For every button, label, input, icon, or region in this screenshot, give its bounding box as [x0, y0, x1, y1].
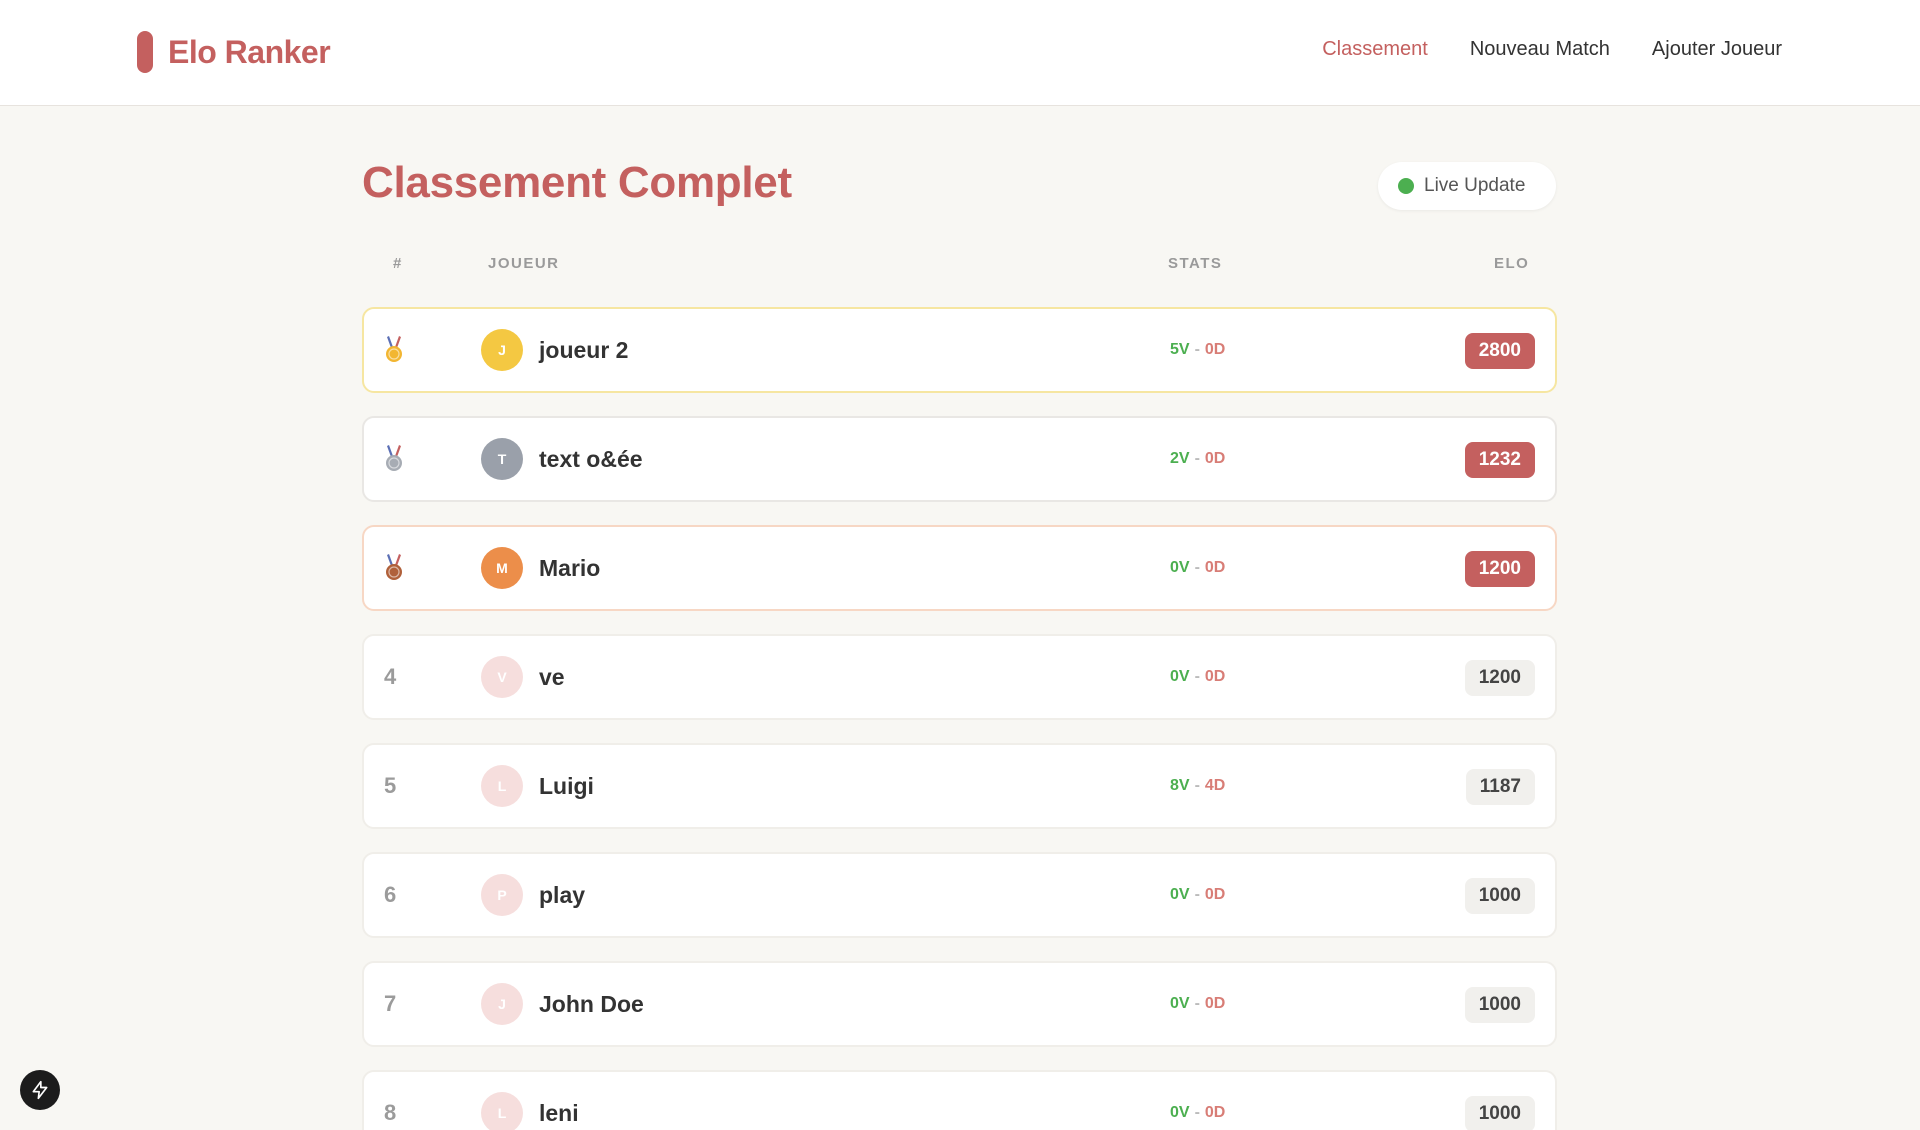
lightning-bolt-icon [32, 1080, 48, 1100]
elo-badge: 1187 [1465, 769, 1535, 805]
rank-cell [384, 309, 424, 391]
table-row[interactable]: Jjoueur 2 5V -0D 2800 [362, 307, 1557, 393]
elo-badge: 2800 [1464, 333, 1535, 369]
column-header-player: JOUEUR [488, 255, 560, 272]
table-row[interactable]: 5 L Luigi 8V -4D 1187 [362, 743, 1557, 829]
wins-count: 5V [1170, 341, 1190, 358]
player-stats: 5V -0D [1170, 309, 1225, 391]
table-row[interactable]: M Mario 0V -0D 1200 [362, 525, 1557, 611]
stats-separator: - [1194, 777, 1200, 794]
rank-number: 7 [384, 991, 397, 1016]
wins-count: 0V [1170, 1104, 1190, 1121]
losses-count: 0D [1204, 559, 1226, 576]
live-update-label: Live Update [1424, 175, 1526, 196]
elo-badge: 1000 [1464, 1096, 1535, 1130]
nav-link-ajouter-joueur[interactable]: Ajouter Joueur [1652, 38, 1782, 61]
elo-badge: 1232 [1464, 442, 1535, 478]
stats-separator: - [1194, 341, 1200, 358]
stats-separator: - [1194, 995, 1200, 1012]
nav-link-nouveau-match[interactable]: Nouveau Match [1470, 38, 1610, 61]
brand-name: Elo Ranker [168, 33, 331, 70]
brand-logo[interactable]: Elo Ranker [137, 30, 331, 74]
player-name[interactable]: leni [539, 1072, 579, 1130]
table-row[interactable]: 6 Pplay 0V -0D 1000 [362, 852, 1557, 938]
rank-cell [384, 418, 424, 500]
player-name[interactable]: Mario [539, 527, 600, 609]
avatar: V [481, 656, 523, 698]
player-stats: 0V -0D [1170, 1072, 1225, 1130]
losses-count: 0D [1204, 450, 1226, 467]
leaderboard-list: Jjoueur 2 5V -0D 2800 Ttext o&ée 2V -0D 1232 M Ma… [362, 307, 1557, 1130]
silver-medal-icon [386, 445, 402, 471]
quick-action-button[interactable] [20, 1070, 60, 1110]
table-row[interactable]: 8 Lleni 0V -0D 1000 [362, 1070, 1557, 1130]
rank-cell: 8 [384, 1072, 424, 1130]
stats-separator: - [1194, 450, 1200, 467]
elo-badge: 1200 [1464, 660, 1535, 696]
avatar: L [481, 765, 523, 807]
elo-badge: 1200 [1464, 551, 1535, 587]
gold-medal-icon [386, 336, 402, 362]
elo-badge: 1000 [1464, 987, 1535, 1023]
player-name[interactable]: Luigi [539, 745, 594, 827]
rank-number: 6 [384, 882, 397, 907]
top-navbar: Elo Ranker Classement Nouveau Match Ajou… [0, 0, 1920, 106]
wins-count: 0V [1170, 995, 1190, 1012]
avatar: M [481, 547, 523, 589]
rank-number: 4 [384, 664, 397, 689]
brand-mark-icon [137, 31, 153, 73]
losses-count: 0D [1204, 995, 1226, 1012]
losses-count: 0D [1204, 668, 1226, 685]
wins-count: 0V [1170, 668, 1190, 685]
avatar: L [481, 1092, 523, 1130]
elo-badge: 1000 [1464, 878, 1535, 914]
player-name[interactable]: text o&ée [539, 418, 643, 500]
player-stats: 0V -0D [1170, 527, 1225, 609]
main-nav: Classement Nouveau Match Ajouter Joueur [1322, 38, 1782, 61]
column-header-rank: # [393, 255, 403, 272]
losses-count: 0D [1204, 341, 1226, 358]
column-header-elo: ELO [1494, 255, 1530, 272]
player-stats: 2V -0D [1170, 418, 1225, 500]
rank-number: 8 [384, 1100, 397, 1125]
rank-cell: 5 [384, 745, 424, 827]
table-row[interactable]: Ttext o&ée 2V -0D 1232 [362, 416, 1557, 502]
player-stats: 0V -0D [1170, 963, 1225, 1045]
rank-cell: 7 [384, 963, 424, 1045]
avatar: J [481, 329, 523, 371]
rank-cell: 6 [384, 854, 424, 936]
avatar: J [481, 983, 523, 1025]
bronze-medal-icon [386, 554, 402, 580]
losses-count: 0D [1204, 886, 1226, 903]
wins-count: 0V [1170, 559, 1190, 576]
player-name[interactable]: John Doe [539, 963, 644, 1045]
losses-count: 4D [1204, 777, 1226, 794]
stats-separator: - [1194, 559, 1200, 576]
stats-separator: - [1194, 886, 1200, 903]
wins-count: 2V [1170, 450, 1190, 467]
live-status-dot-icon [1398, 178, 1414, 194]
player-name[interactable]: joueur 2 [539, 309, 628, 391]
table-row[interactable]: 4 Vve 0V -0D 1200 [362, 634, 1557, 720]
column-header-stats: STATS [1168, 255, 1223, 272]
player-stats: 0V -0D [1170, 854, 1225, 936]
losses-count: 0D [1204, 1104, 1226, 1121]
wins-count: 8V [1170, 777, 1190, 794]
live-update-indicator: Live Update [1378, 162, 1556, 210]
player-name[interactable]: play [539, 854, 585, 936]
player-name[interactable]: ve [539, 636, 565, 718]
avatar: P [481, 874, 523, 916]
stats-separator: - [1194, 668, 1200, 685]
page-title: Classement Complet [362, 158, 792, 207]
rank-cell: 4 [384, 636, 424, 718]
wins-count: 0V [1170, 886, 1190, 903]
player-stats: 0V -0D [1170, 636, 1225, 718]
stats-separator: - [1194, 1104, 1200, 1121]
nav-link-classement[interactable]: Classement [1322, 38, 1428, 61]
player-stats: 8V -4D [1170, 745, 1225, 827]
table-row[interactable]: 7 J John Doe 0V -0D 1000 [362, 961, 1557, 1047]
rank-cell [384, 527, 424, 609]
rank-number: 5 [384, 773, 397, 798]
avatar: T [481, 438, 523, 480]
